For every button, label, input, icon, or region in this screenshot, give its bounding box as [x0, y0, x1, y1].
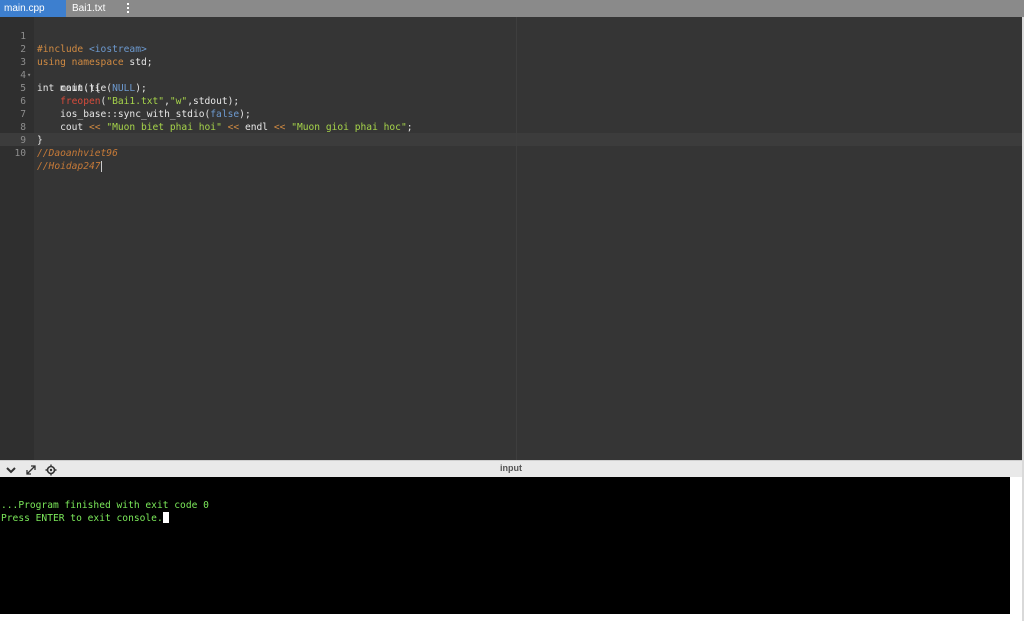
- console-scrollbar[interactable]: [1010, 477, 1022, 614]
- code-token: );: [135, 83, 147, 94]
- console-title: input: [500, 463, 522, 473]
- code-token: false: [210, 109, 240, 120]
- code-token: "w": [169, 96, 188, 107]
- code-line: 10 //Hoidap247: [0, 134, 102, 172]
- code-token: <<: [273, 122, 286, 133]
- code-line: 6 ios_base::sync_with_stdio(false);: [0, 82, 251, 120]
- code-line: 9 //Daoanhviet96: [0, 121, 118, 159]
- console-line: Press ENTER to exit console.: [1, 512, 169, 525]
- code-token: endl: [239, 122, 274, 133]
- code-token: }: [37, 135, 43, 146]
- code-line: 3 ▾ int main(){: [0, 43, 100, 94]
- text-cursor: [100, 160, 102, 172]
- fold-arrow-icon[interactable]: ▾: [27, 69, 31, 82]
- code-token: "Muon gioi phai hoc": [291, 122, 407, 133]
- code-token: NULL: [112, 83, 136, 94]
- code-line: 7 cout << "Muon biet phai hoi" << endl <…: [0, 95, 412, 133]
- code-token: ;: [406, 122, 413, 133]
- code-line: 4 cout.tie(NULL);: [0, 56, 147, 94]
- code-line: 2 using namespace std;: [0, 30, 152, 68]
- code-token: <<: [88, 122, 101, 133]
- code-token: );: [239, 109, 251, 120]
- code-token: #include: [37, 44, 84, 55]
- console-toolbar: input: [0, 460, 1022, 477]
- code-editor[interactable]: 1 #include <iostream> 2 using namespace …: [0, 17, 1022, 460]
- code-token: ios_base::sync_with_stdio(: [37, 109, 211, 120]
- tab-main-cpp[interactable]: main.cpp: [0, 0, 66, 17]
- code-token: ,stdout);: [187, 96, 240, 107]
- active-line-highlight: [0, 133, 1022, 146]
- tab-bar: main.cpp Bai1.txt: [0, 0, 1024, 17]
- console-output[interactable]: ...Program finished with exit code 0 Pre…: [0, 477, 1010, 614]
- code-comment: //Hoidap247: [37, 161, 101, 172]
- code-token: "Muon biet phai hoi": [106, 122, 222, 133]
- code-token: freopen: [60, 96, 101, 107]
- code-token: cout: [37, 122, 89, 133]
- terminal-cursor: [162, 512, 169, 523]
- more-vertical-icon[interactable]: [125, 2, 131, 15]
- code-line: 8 }: [0, 108, 43, 146]
- code-token: <iostream>: [89, 44, 147, 55]
- code-token: cout.tie(: [37, 83, 113, 94]
- code-line: 5 freopen("Bai1.txt","w",stdout);: [0, 69, 239, 107]
- print-margin: [516, 17, 517, 460]
- console-line: ...Program finished with exit code 0: [1, 500, 209, 511]
- code-token: using: [37, 57, 66, 68]
- code-line: 1 #include <iostream>: [0, 17, 147, 55]
- code-token: "Bai1.txt": [106, 96, 165, 107]
- line-number: 10: [14, 148, 26, 159]
- code-token: std;: [123, 57, 153, 68]
- code-token: namespace: [71, 57, 124, 68]
- tab-bai1-txt[interactable]: Bai1.txt: [66, 0, 118, 17]
- code-comment: //Daoanhviet96: [37, 148, 118, 159]
- code-token: <<: [227, 122, 240, 133]
- console-text: Press ENTER to exit console.: [1, 513, 163, 524]
